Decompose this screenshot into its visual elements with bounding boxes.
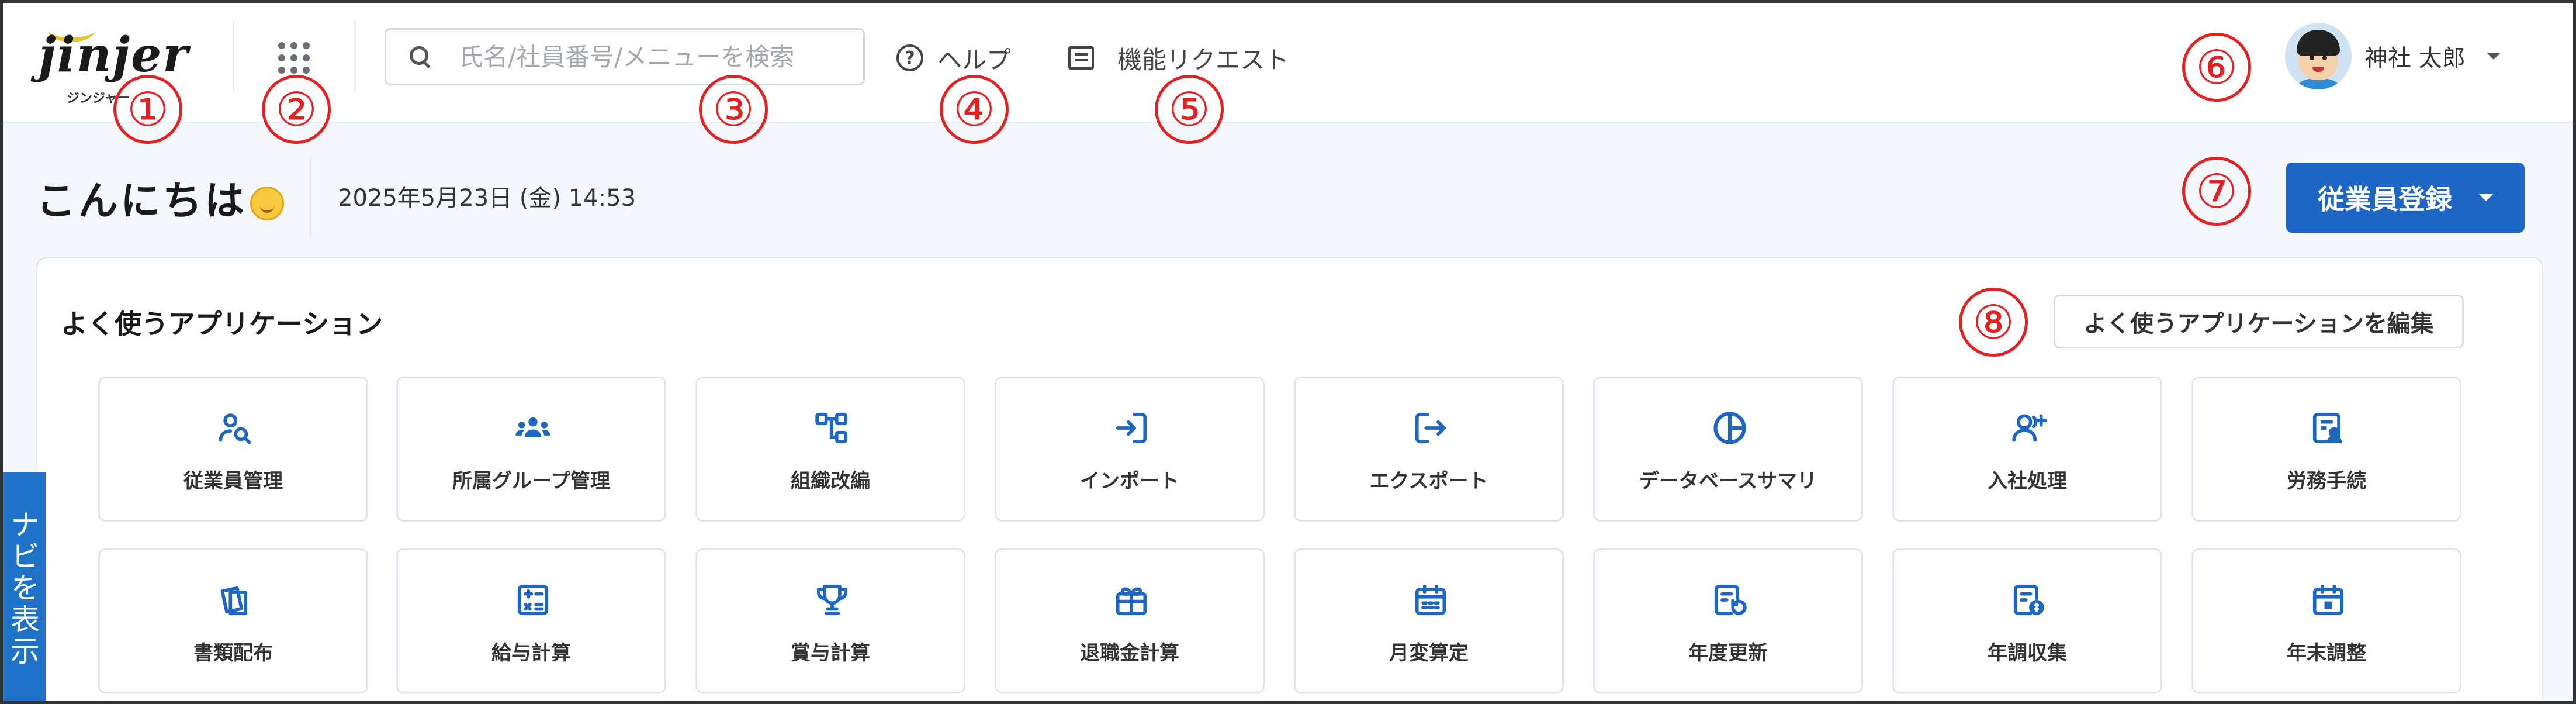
app-tile-year-end-adjustment[interactable]: 年末調整 bbox=[2191, 548, 2461, 693]
header-divider bbox=[233, 20, 234, 92]
avatar bbox=[2285, 23, 2352, 89]
app-tile-label: 年調収集 bbox=[1988, 641, 2067, 665]
greeting: こんにちは bbox=[36, 168, 285, 226]
app-tile-import[interactable]: インポート bbox=[995, 377, 1265, 522]
app-tile-label: データベースサマリ bbox=[1639, 470, 1817, 493]
logo-text: jinjer bbox=[39, 27, 189, 83]
marker-8: ⑧ bbox=[1959, 288, 2028, 357]
app-tile-export[interactable]: エクスポート bbox=[1294, 377, 1564, 522]
app-tile-retirement[interactable]: 退職金計算 bbox=[995, 548, 1265, 693]
org-chart-icon bbox=[815, 412, 848, 444]
feature-request-link[interactable]: 機能リクエスト bbox=[1068, 37, 1289, 78]
app-tile-reorganization[interactable]: 組織改編 bbox=[695, 377, 965, 522]
app-grid-icon[interactable] bbox=[278, 42, 310, 74]
app-tile-label: 組織改編 bbox=[791, 470, 870, 493]
app-tile-label: インポート bbox=[1080, 470, 1179, 493]
smile-emoji-icon bbox=[250, 187, 285, 221]
calendar-check-icon bbox=[2312, 584, 2344, 616]
app-tile-label: エクスポート bbox=[1369, 470, 1488, 493]
calculator-icon bbox=[517, 584, 549, 616]
app-tile-monthly-revision[interactable]: 月変算定 bbox=[1294, 548, 1564, 693]
export-icon bbox=[1415, 412, 1446, 444]
marker-6: ⑥ bbox=[2182, 33, 2251, 102]
app-tile-annual-update[interactable]: 年度更新 bbox=[1593, 548, 1863, 693]
chevron-down-icon bbox=[2486, 53, 2501, 60]
group-icon bbox=[515, 417, 550, 437]
help-link[interactable]: ? ヘルプ bbox=[896, 37, 1011, 78]
header-divider bbox=[354, 20, 356, 92]
search-input[interactable] bbox=[459, 42, 833, 71]
document-refresh-icon bbox=[1714, 584, 1747, 616]
app-tile-group-management[interactable]: 所属グループ管理 bbox=[396, 377, 666, 522]
user-name: 神社 太郎 bbox=[2364, 45, 2466, 72]
app-tile-bonus[interactable]: 賞与計算 bbox=[695, 548, 965, 693]
marker-5: ⑤ bbox=[1155, 75, 1224, 144]
favorite-apps-title: よく使うアプリケーション bbox=[61, 308, 383, 340]
app-tile-payroll[interactable]: 給与計算 bbox=[396, 548, 666, 693]
app-tile-label: 年度更新 bbox=[1688, 641, 1768, 665]
register-employee-label: 従業員登録 bbox=[2318, 184, 2452, 215]
app-tile-label: 労務手続 bbox=[2287, 470, 2366, 493]
app-tile-label: 賞与計算 bbox=[791, 641, 870, 665]
app-tile-label: 月変算定 bbox=[1389, 641, 1469, 665]
calendar-icon bbox=[1415, 584, 1446, 616]
marker-1: ① bbox=[113, 75, 182, 144]
pie-chart-icon bbox=[1713, 412, 1746, 444]
documents-icon bbox=[220, 586, 247, 616]
edit-favorite-apps-button[interactable]: よく使うアプリケーションを編集 bbox=[2054, 295, 2464, 348]
app-tile-label: 所属グループ管理 bbox=[452, 470, 610, 493]
app-tile-label: 入社処理 bbox=[1988, 470, 2067, 493]
greeting-divider bbox=[310, 158, 311, 236]
marker-7: ⑦ bbox=[2182, 157, 2251, 226]
app-tile-database-summary[interactable]: データベースサマリ bbox=[1593, 377, 1863, 522]
feature-request-label: 機能リクエスト bbox=[1117, 45, 1290, 74]
question-icon: ? bbox=[896, 44, 923, 71]
marker-4: ④ bbox=[940, 75, 1009, 144]
show-navigation-tab[interactable]: ナビを表示 bbox=[0, 472, 46, 704]
app-tile-label: 年末調整 bbox=[2287, 641, 2366, 665]
app-tile-document-distribution[interactable]: 書類配布 bbox=[98, 548, 368, 693]
help-label: ヘルプ bbox=[937, 45, 1012, 74]
app-tile-label: 従業員管理 bbox=[183, 470, 283, 493]
greeting-text: こんにちは bbox=[36, 178, 247, 225]
app-tile-label: 書類配布 bbox=[193, 641, 273, 665]
app-tile-year-end-collection[interactable]: 年調収集 bbox=[1892, 548, 2162, 693]
document-money-icon bbox=[2013, 584, 2044, 616]
chevron-down-icon bbox=[2479, 194, 2493, 201]
marker-3: ③ bbox=[699, 75, 768, 144]
import-icon bbox=[1116, 412, 1147, 444]
app-tile-label: 給与計算 bbox=[491, 641, 571, 665]
user-menu[interactable]: 神社 太郎 bbox=[2285, 21, 2501, 91]
employee-search-icon bbox=[219, 413, 251, 444]
app-tile-onboarding[interactable]: 入社処理 bbox=[1892, 377, 2162, 522]
current-datetime: 2025年5月23日 (金) 14:53 bbox=[338, 185, 636, 212]
global-search[interactable] bbox=[385, 28, 865, 85]
trophy-icon bbox=[816, 584, 848, 616]
app-tile-labor-procedures[interactable]: 労務手続 bbox=[2191, 377, 2461, 522]
labor-procedure-icon bbox=[2312, 412, 2342, 444]
register-employee-button[interactable]: 従業員登録 bbox=[2286, 163, 2525, 233]
user-add-icon bbox=[2012, 414, 2047, 442]
gift-icon bbox=[1116, 587, 1147, 616]
search-icon bbox=[408, 45, 432, 68]
marker-2: ② bbox=[262, 75, 331, 144]
app-tile-employee-management[interactable]: 従業員管理 bbox=[98, 377, 368, 522]
app-tile-label: 退職金計算 bbox=[1080, 641, 1179, 665]
message-icon bbox=[1068, 46, 1094, 70]
